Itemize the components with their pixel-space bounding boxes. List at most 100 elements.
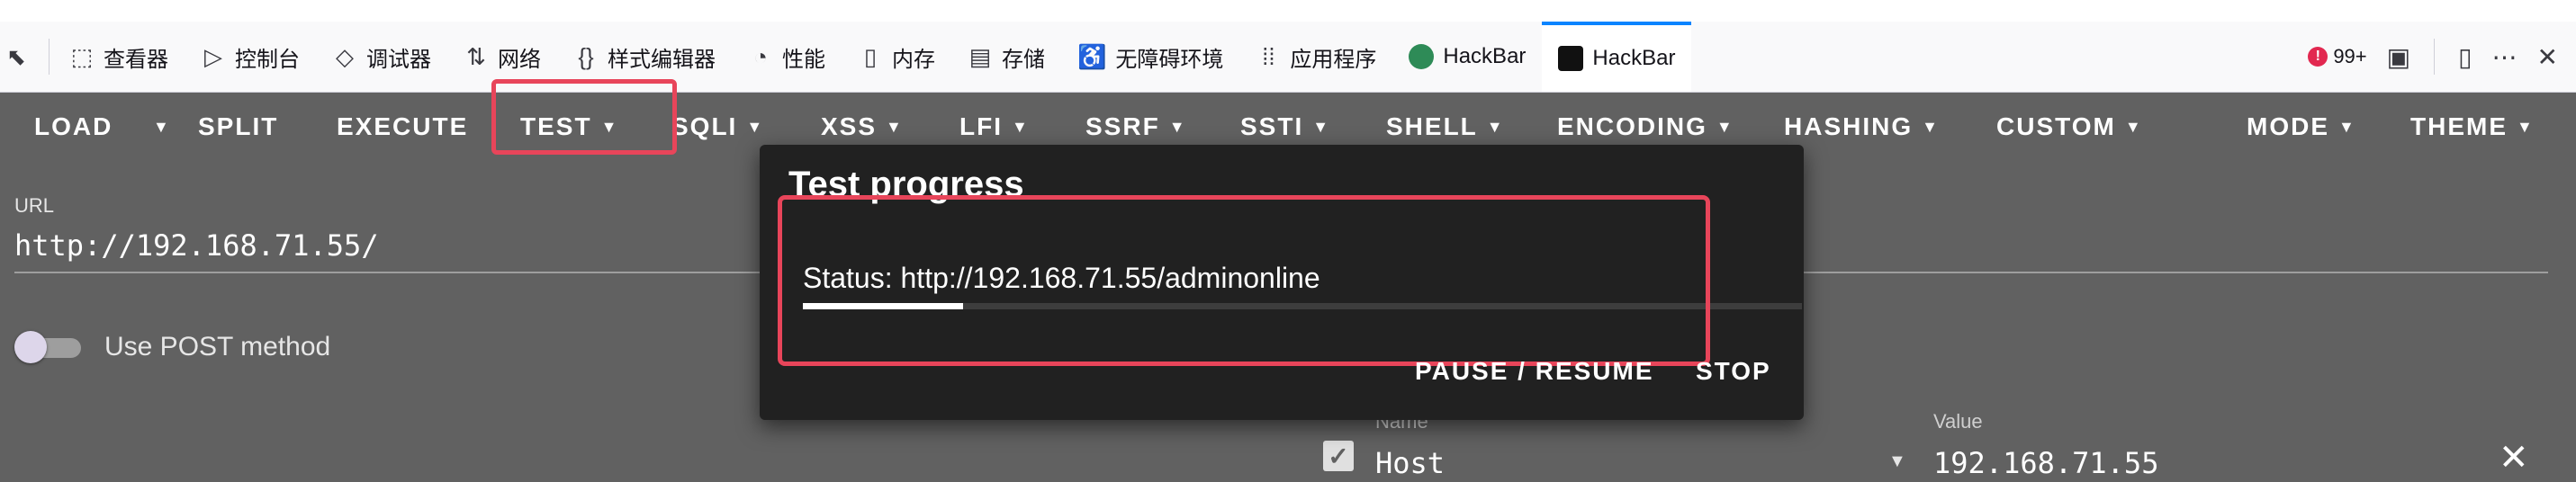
lfi-label: LFI: [959, 112, 1003, 140]
devtools-tab-label: 应用程序: [1290, 47, 1377, 72]
devtools-tab-debugger[interactable]: ◇ 调试器: [316, 22, 447, 92]
devtools-tab-label: HackBar: [1592, 46, 1676, 70]
network-icon: ⇅: [466, 42, 486, 70]
load-button[interactable]: LOAD: [34, 93, 113, 161]
chevron-down-icon: ▼: [1922, 117, 1940, 136]
load-options-dropdown[interactable]: ▼: [144, 93, 171, 161]
element-picker-icon: ⬉: [6, 42, 26, 70]
sqli-label: SQLI: [671, 112, 738, 140]
devtools-tab-hackbar-active-logo[interactable]: HackBar: [1542, 22, 1692, 92]
header-name-input[interactable]: Host: [1375, 446, 1445, 480]
storage-icon: ▤: [968, 42, 992, 70]
custom-menu[interactable]: CUSTOM ▼: [1996, 93, 2143, 161]
devtools-tab-storage[interactable]: ▤ 存储: [951, 22, 1061, 92]
xss-label: XSS: [821, 112, 878, 140]
chevron-down-icon: ▼: [153, 117, 171, 136]
devtools-tab-console[interactable]: ▷ 控制台: [185, 22, 316, 92]
ssrf-label: SSRF: [1085, 112, 1160, 140]
theme-menu[interactable]: THEME ▼: [2410, 93, 2535, 161]
element-picker-button[interactable]: ⬉: [0, 22, 45, 92]
error-count-badge[interactable]: ! 99+: [2308, 45, 2367, 68]
hashing-menu[interactable]: HASHING ▼: [1784, 93, 1940, 161]
chevron-down-icon: ▼: [1486, 117, 1505, 136]
devtools-tab-label: 内存: [892, 47, 935, 72]
debugger-icon: ◇: [336, 42, 354, 70]
header-value-input[interactable]: 192.168.71.55: [1933, 446, 2158, 480]
pause-resume-button[interactable]: PAUSE / RESUME: [1415, 357, 1654, 386]
execute-label: EXECUTE: [337, 112, 469, 140]
inspector-icon: ⬚: [70, 42, 94, 70]
post-method-toggle[interactable]: [14, 331, 83, 363]
close-devtools-icon[interactable]: ✕: [2537, 42, 2558, 72]
chevron-down-icon: ▼: [1312, 117, 1331, 136]
chevron-down-icon: ▼: [1168, 117, 1187, 136]
devtools-tab-hackbar-logo[interactable]: HackBar: [1392, 22, 1542, 92]
post-method-label: Use POST method: [104, 332, 331, 362]
chevron-down-icon: ▼: [886, 117, 904, 136]
mode-menu[interactable]: MODE ▼: [2247, 93, 2356, 161]
console-icon: ▷: [204, 42, 222, 70]
encoding-label: ENCODING: [1557, 112, 1707, 140]
devtools-tab-performance[interactable]: ◔ 性能: [732, 22, 842, 92]
devtools-tab-label: 性能: [782, 47, 825, 72]
chevron-down-icon: ▼: [2338, 117, 2356, 136]
hackbar-active-logo-icon: [1558, 46, 1584, 71]
test-menu-highlight: [491, 79, 677, 155]
chevron-down-icon: ▼: [1716, 117, 1734, 136]
devtools-tab-inspector[interactable]: ⬚ 查看器: [53, 22, 185, 92]
split-console-icon[interactable]: ▣: [2387, 42, 2410, 72]
checkmark-icon: ✓: [1328, 442, 1349, 470]
url-input[interactable]: http://192.168.71.55/: [14, 228, 379, 263]
toggle-knob: [14, 331, 47, 363]
devtools-tab-accessibility[interactable]: ♿ 无障碍环境: [1061, 22, 1239, 92]
devtools-tab-label: 存储: [1002, 47, 1045, 72]
devtools-right-controls: ! 99+ ▣ ▯ ⋯ ✕: [2308, 22, 2576, 92]
load-label: LOAD: [34, 112, 113, 140]
execute-button[interactable]: EXECUTE: [337, 93, 468, 161]
devtools-tab-label: 网络: [498, 47, 541, 72]
devtools-tab-memory[interactable]: ▯ 内存: [842, 22, 951, 92]
chevron-down-icon: ▼: [746, 117, 765, 136]
header-enabled-checkbox[interactable]: ✓: [1323, 441, 1354, 471]
ssti-label: SSTI: [1240, 112, 1304, 140]
stop-button[interactable]: STOP: [1696, 357, 1771, 386]
error-icon: !: [2308, 47, 2328, 67]
split-button[interactable]: SPLIT: [198, 93, 278, 161]
chevron-down-icon: ▼: [2124, 117, 2143, 136]
accessibility-icon: ♿: [1077, 42, 1107, 70]
test-progress-dialog: Test progress Status: http://192.168.71.…: [760, 145, 1804, 420]
devtools-tab-label: 样式编辑器: [608, 47, 716, 72]
toolbar-divider: [2434, 39, 2436, 75]
sqli-menu[interactable]: SQLI ▼: [671, 93, 764, 161]
toolbar-divider: [49, 39, 50, 75]
header-name-dropdown-icon[interactable]: ▼: [1888, 451, 1906, 472]
devtools-tab-label: HackBar: [1443, 44, 1527, 68]
devtools-tab-label: 查看器: [104, 47, 168, 72]
theme-label: THEME: [2410, 112, 2508, 140]
devtools-tab-label: 无障碍环境: [1115, 47, 1224, 72]
chevron-down-icon: ▼: [1012, 117, 1030, 136]
status-highlight: [778, 195, 1710, 366]
devtools-toolbar: ⬉ ⬚ 查看器 ▷ 控制台 ◇ 调试器 ⇅ 网络 {} 样式编辑器 ◔ 性能 ▯ 内存 ▤ 存储 ♿ 无障碍环境 ⁞…: [0, 22, 2576, 93]
custom-label: CUSTOM: [1996, 112, 2116, 140]
shell-label: SHELL: [1386, 112, 1478, 140]
performance-icon: ◔: [753, 42, 768, 70]
application-icon: ⁞⁞: [1262, 42, 1275, 70]
devtools-tab-label: 调试器: [366, 47, 431, 72]
chevron-down-icon: ▼: [2517, 117, 2535, 136]
devtools-tab-label: 控制台: [235, 47, 300, 72]
split-label: SPLIT: [198, 112, 279, 140]
more-options-icon[interactable]: ⋯: [2492, 42, 2517, 72]
url-label: URL: [14, 194, 55, 217]
remove-header-icon[interactable]: ✕: [2499, 437, 2529, 478]
responsive-design-icon[interactable]: ▯: [2458, 42, 2472, 72]
memory-icon: ▯: [863, 42, 878, 70]
hackbar-logo-icon: [1409, 44, 1435, 69]
style-editor-icon: {}: [578, 42, 594, 70]
hashing-label: HASHING: [1784, 112, 1914, 140]
error-count: 99+: [2333, 45, 2367, 67]
browser-top-strip: [0, 0, 2576, 22]
mode-label: MODE: [2247, 112, 2329, 140]
header-value-label: Value: [1933, 410, 1983, 433]
devtools-tab-application[interactable]: ⁞⁞ 应用程序: [1239, 22, 1392, 92]
